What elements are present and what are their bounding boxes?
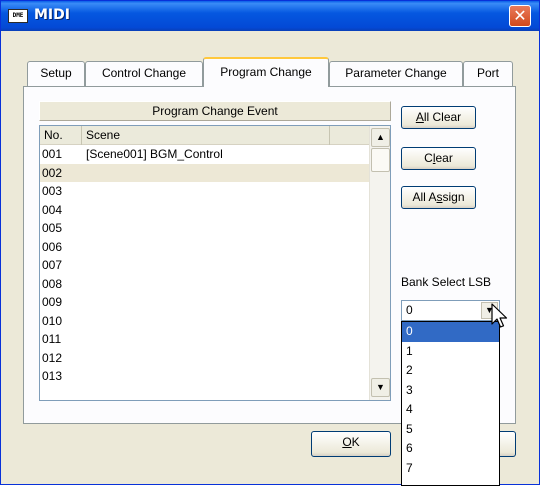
table-row[interactable]: 002 (40, 163, 370, 182)
scroll-thumb[interactable] (371, 148, 390, 172)
row-number: 009 (42, 295, 63, 309)
label-part: All A (412, 190, 437, 204)
row-number: 003 (42, 184, 63, 198)
ok-button[interactable]: OK (311, 431, 391, 457)
dropdown-option[interactable]: 3 (402, 381, 499, 401)
tab-label: Parameter Change (345, 66, 447, 80)
tab-setup[interactable]: Setup (27, 61, 85, 86)
row-scene: [Scene001] BGM_Control (86, 147, 223, 161)
table-row[interactable]: 009 (40, 293, 370, 312)
column-header-scene[interactable]: Scene (82, 126, 330, 145)
row-number: 001 (42, 147, 63, 161)
row-number: 004 (42, 202, 63, 217)
dropdown-option[interactable]: 2 (402, 361, 499, 381)
table-row[interactable]: 012 (40, 349, 370, 368)
table-row[interactable]: 006 (40, 238, 370, 257)
table-row[interactable]: 005 (40, 219, 370, 238)
bank-select-dropdown[interactable]: 0 1 2 3 4 5 6 7 (401, 321, 500, 486)
midi-dialog: DME MIDI ✕ Setup Control Change Program … (0, 0, 540, 486)
row-number: 010 (42, 313, 63, 328)
scroll-up-button[interactable]: ▲ (371, 128, 390, 147)
dropdown-option[interactable]: 6 (402, 439, 499, 459)
all-assign-button[interactable]: All Assign (401, 186, 476, 209)
tab-program-change[interactable]: Program Change (203, 57, 329, 87)
table-row[interactable]: 003 (40, 182, 370, 201)
row-number: 012 (42, 350, 63, 365)
app-icon: DME (8, 9, 28, 23)
cancel-button[interactable] (499, 431, 516, 457)
tab-label: Control Change (101, 66, 187, 80)
column-header-no[interactable]: No. (40, 126, 82, 145)
row-number: 008 (42, 276, 63, 291)
arrow-up-icon: ▲ (376, 132, 385, 142)
tab-label: Program Change (220, 65, 312, 79)
label-part: ll Clear (423, 110, 462, 124)
label-part: ear (435, 151, 453, 165)
row-number: 002 (42, 165, 63, 180)
close-icon: ✕ (513, 6, 527, 25)
table-row[interactable]: 008 (40, 275, 370, 294)
clear-button[interactable]: Clear (401, 147, 476, 170)
label-part: C (424, 151, 433, 165)
table-row[interactable]: 011 (40, 330, 370, 349)
list-group-title: Program Change Event (39, 101, 391, 121)
bank-select-value: 0 (406, 303, 413, 317)
dropdown-option[interactable]: 0 (402, 322, 499, 342)
tab-port[interactable]: Port (463, 61, 513, 86)
title-bar[interactable]: DME MIDI ✕ (1, 1, 539, 31)
row-number: 005 (42, 221, 63, 235)
scroll-down-button[interactable]: ▼ (371, 378, 390, 397)
mouse-pointer-icon (491, 303, 508, 328)
table-row[interactable]: 013 (40, 367, 370, 386)
tab-parameter-change[interactable]: Parameter Change (329, 61, 463, 86)
table-row[interactable]: 001 [Scene001] BGM_Control (40, 145, 370, 164)
row-number: 011 (42, 332, 62, 346)
row-number: 006 (42, 239, 63, 254)
mnemonic: O (342, 435, 352, 449)
all-clear-button[interactable]: All Clear (401, 106, 476, 129)
table-row[interactable]: 010 (40, 312, 370, 331)
table-row[interactable]: 007 (40, 256, 370, 275)
table-row[interactable]: 004 (40, 201, 370, 220)
close-button[interactable]: ✕ (509, 5, 531, 27)
list-scrollbar[interactable]: ▲ ▼ (369, 126, 390, 400)
row-number: 013 (42, 369, 63, 383)
dropdown-option[interactable]: 7 (402, 459, 499, 479)
dropdown-option[interactable]: 1 (402, 342, 499, 362)
list-rows: 001 [Scene001] BGM_Control 002 003 004 00… (40, 145, 370, 386)
bank-select-label: Bank Select LSB (401, 275, 492, 289)
tab-control-change[interactable]: Control Change (85, 61, 203, 86)
list-header: No. Scene (40, 126, 370, 145)
mnemonic: A (415, 110, 424, 124)
row-number: 007 (42, 258, 63, 272)
window-title: MIDI (34, 7, 70, 23)
program-change-list[interactable]: No. Scene 001 [Scene001] BGM_Control 002 … (39, 125, 391, 401)
dropdown-option[interactable]: 5 (402, 420, 499, 440)
bank-select-combo[interactable]: 0 ▼ (401, 300, 500, 321)
tab-label: Port (476, 66, 499, 80)
arrow-down-icon: ▼ (376, 382, 385, 392)
label-part: sign (442, 190, 465, 204)
tab-label: Setup (40, 66, 72, 80)
label-part: K (351, 435, 360, 449)
dropdown-option[interactable]: 4 (402, 400, 499, 420)
